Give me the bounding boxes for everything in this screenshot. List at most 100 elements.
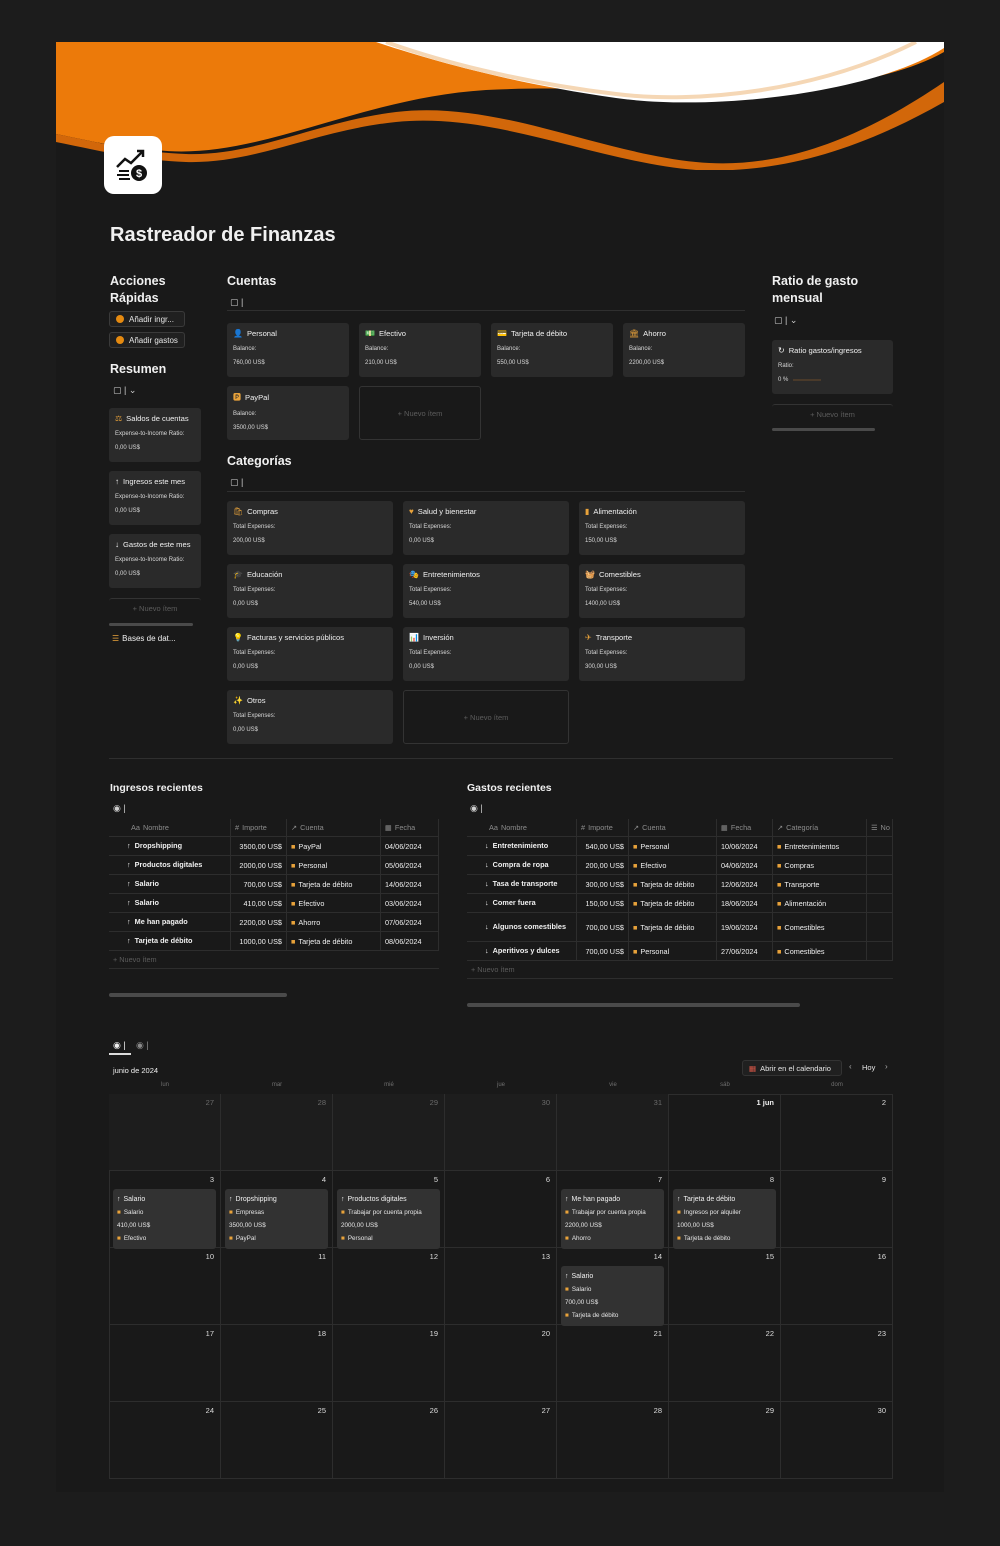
calendar-day[interactable]: 6 bbox=[445, 1171, 557, 1248]
column-header[interactable]: # Importe bbox=[231, 819, 287, 836]
card[interactable]: ▮ Alimentación Total Expenses: 150,00 US$ bbox=[579, 501, 745, 555]
next-month-button[interactable]: › bbox=[885, 1062, 888, 1071]
cell-name[interactable]: ↓ Algunos comestibles bbox=[467, 913, 577, 941]
calendar-day[interactable]: 14 ↑ Salario ■ Salario 700,00 US$ ■ Tarjeta de … bbox=[557, 1248, 669, 1326]
calendar-day[interactable]: 17 bbox=[109, 1325, 221, 1402]
table-row[interactable]: ↑ Productos digitales 2000,00 US$ ■ Personal… bbox=[109, 856, 439, 875]
table-row[interactable]: ↑ Salario 700,00 US$ ■ Tarjeta de débito 14/0… bbox=[109, 875, 439, 894]
column-header[interactable]: ▦ Fecha bbox=[717, 819, 773, 836]
gallery-view-icon[interactable]: ▢ | bbox=[230, 297, 243, 308]
scrollbar[interactable] bbox=[467, 1003, 800, 1007]
gallery-view-icon[interactable]: ▢ | bbox=[230, 477, 243, 488]
table-row[interactable]: ↑ Me han pagado 2200,00 US$ ■ Ahorro 07/06/20… bbox=[109, 913, 439, 932]
calendar-day[interactable]: 15 bbox=[669, 1248, 781, 1325]
column-header[interactable]: # Importe bbox=[577, 819, 629, 836]
today-button[interactable]: Hoy bbox=[862, 1063, 875, 1072]
card[interactable]: 👤 Personal Balance: 760,00 US$ bbox=[227, 323, 349, 377]
cell-name[interactable]: ↓ Tasa de transporte bbox=[467, 875, 577, 893]
calendar-day[interactable]: 29 bbox=[669, 1402, 781, 1479]
cell-name[interactable]: ↓ Aperitivos y dulces bbox=[467, 942, 577, 960]
table-row[interactable]: ↑ Salario 410,00 US$ ■ Efectivo 03/06/2024 bbox=[109, 894, 439, 913]
calendar-day[interactable]: 16 bbox=[781, 1248, 893, 1325]
card[interactable]: 💡 Facturas y servicios públicos Total Expe… bbox=[227, 627, 393, 681]
calendar-day[interactable]: 30 bbox=[781, 1402, 893, 1479]
calendar-day[interactable]: 22 bbox=[669, 1325, 781, 1402]
calendar-day[interactable]: 30 bbox=[445, 1094, 557, 1171]
cell-name[interactable]: ↑ Salario bbox=[109, 875, 231, 893]
add-income-button[interactable]: Añadir ingr... bbox=[109, 311, 185, 327]
calendar-event[interactable]: ↑ Salario ■ Salario 700,00 US$ ■ Tarjeta de dé… bbox=[561, 1266, 664, 1326]
categories-new-item[interactable]: + Nuevo ítem bbox=[403, 690, 569, 744]
scrollbar[interactable] bbox=[109, 623, 193, 626]
cell-name[interactable]: ↓ Comer fuera bbox=[467, 894, 577, 912]
cell-name[interactable]: ↑ Me han pagado bbox=[109, 913, 231, 931]
table-new-item[interactable]: + Nuevo ítem bbox=[467, 961, 893, 979]
calendar-day[interactable]: 31 bbox=[557, 1094, 669, 1171]
calendar-day[interactable]: 5 ↑ Productos digitales ■ Trabajar por cuent… bbox=[333, 1171, 445, 1249]
card[interactable]: 🅿 PayPal Balance: 3500,00 US$ bbox=[227, 386, 349, 440]
calendar-day[interactable]: 24 bbox=[109, 1402, 221, 1479]
ratio-new-item[interactable]: + Nuevo ítem bbox=[772, 404, 893, 424]
table-row[interactable]: ↑ Dropshipping 3500,00 US$ ■ PayPal 04/06/202… bbox=[109, 837, 439, 856]
calendar-day[interactable]: 26 bbox=[333, 1402, 445, 1479]
gallery-view-icon[interactable]: ▢ | ⌄ bbox=[113, 385, 136, 396]
card[interactable]: 🏛 Ahorro Balance: 2200,00 US$ bbox=[623, 323, 745, 377]
calendar-day[interactable]: 7 ↑ Me han pagado ■ Trabajar por cuenta prop… bbox=[557, 1171, 669, 1249]
card[interactable]: 💳 Tarjeta de débito Balance: 550,00 US$ bbox=[491, 323, 613, 377]
table-row[interactable]: ↓ Comer fuera 150,00 US$ ■ Tarjeta de débito… bbox=[467, 894, 893, 913]
ratio-card[interactable]: ↻ Ratio gastos/ingresos Ratio: 0 % bbox=[772, 340, 893, 394]
list-view-icon[interactable]: ◉ | bbox=[470, 803, 483, 814]
summary-card[interactable]: ↓ Gastos de este mes Expense-to-Income Ra… bbox=[109, 534, 201, 588]
summary-new-item[interactable]: + Nuevo ítem bbox=[109, 598, 201, 618]
column-header[interactable]: ▦ Fecha bbox=[381, 819, 439, 836]
calendar-day[interactable]: 28 bbox=[557, 1402, 669, 1479]
cell-name[interactable]: ↑ Salario bbox=[109, 894, 231, 912]
calendar-event[interactable]: ↑ Me han pagado ■ Trabajar por cuenta propi… bbox=[561, 1189, 664, 1249]
column-header[interactable]: ↗ Cuenta bbox=[287, 819, 381, 836]
column-header[interactable]: Aa Nombre bbox=[467, 819, 577, 836]
accounts-new-item[interactable]: + Nuevo ítem bbox=[359, 386, 481, 440]
calendar-day[interactable]: 29 bbox=[333, 1094, 445, 1171]
tab-income-calendar[interactable]: ◉ | bbox=[113, 1040, 126, 1051]
calendar-day[interactable]: 27 bbox=[445, 1402, 557, 1479]
calendar-day[interactable]: 4 ↑ Dropshipping ■ Empresas 3500,00 US$ ■ PayPa… bbox=[221, 1171, 333, 1249]
card[interactable]: ✈ Transporte Total Expenses: 300,00 US$ bbox=[579, 627, 745, 681]
cell-name[interactable]: ↑ Dropshipping bbox=[109, 837, 231, 855]
calendar-event[interactable]: ↑ Tarjeta de débito ■ Ingresos por alquiler… bbox=[673, 1189, 776, 1249]
calendar-day[interactable]: 13 bbox=[445, 1248, 557, 1325]
table-row[interactable]: ↑ Tarjeta de débito 1000,00 US$ ■ Tarjeta de… bbox=[109, 932, 439, 951]
calendar-day[interactable]: 8 ↑ Tarjeta de débito ■ Ingresos por alquile… bbox=[669, 1171, 781, 1249]
calendar-day[interactable]: 11 bbox=[221, 1248, 333, 1325]
calendar-day[interactable]: 3 ↑ Salario ■ Salario 410,00 US$ ■ Efectivo bbox=[109, 1171, 221, 1249]
calendar-day[interactable]: 19 bbox=[333, 1325, 445, 1402]
card[interactable]: ♥ Salud y bienestar Total Expenses: 0,00 US… bbox=[403, 501, 569, 555]
calendar-day[interactable]: 20 bbox=[445, 1325, 557, 1402]
card[interactable]: 💵 Efectivo Balance: 210,00 US$ bbox=[359, 323, 481, 377]
card[interactable]: 📊 Inversión Total Expenses: 0,00 US$ bbox=[403, 627, 569, 681]
calendar-day[interactable]: 27 bbox=[109, 1094, 221, 1171]
list-view-icon[interactable]: ◉ | bbox=[113, 803, 126, 814]
summary-card[interactable]: ⚖ Saldos de cuentas Expense-to-Income Rat… bbox=[109, 408, 201, 462]
calendar-day[interactable]: 10 bbox=[109, 1248, 221, 1325]
cell-name[interactable]: ↓ Entretenimiento bbox=[467, 837, 577, 855]
calendar-event[interactable]: ↑ Dropshipping ■ Empresas 3500,00 US$ ■ PayPal bbox=[225, 1189, 328, 1249]
cell-name[interactable]: ↓ Compra de ropa bbox=[467, 856, 577, 874]
calendar-day[interactable]: 18 bbox=[221, 1325, 333, 1402]
card[interactable]: 🧺 Comestibles Total Expenses: 1400,00 US$ bbox=[579, 564, 745, 618]
column-header[interactable]: Aa Nombre bbox=[109, 819, 231, 836]
calendar-day[interactable]: 21 bbox=[557, 1325, 669, 1402]
calendar-event[interactable]: ↑ Productos digitales ■ Trabajar por cuenta… bbox=[337, 1189, 440, 1249]
column-header[interactable]: ↗ Cuenta bbox=[629, 819, 717, 836]
calendar-day[interactable]: 12 bbox=[333, 1248, 445, 1325]
calendar-day[interactable]: 1 jun bbox=[669, 1094, 781, 1171]
add-expense-button[interactable]: Añadir gastos bbox=[109, 332, 185, 348]
calendar-event[interactable]: ↑ Salario ■ Salario 410,00 US$ ■ Efectivo bbox=[113, 1189, 216, 1249]
calendar-day[interactable]: 9 bbox=[781, 1171, 893, 1248]
card[interactable]: 🎭 Entretenimientos Total Expenses: 540,00 U… bbox=[403, 564, 569, 618]
calendar-day[interactable]: 2 bbox=[781, 1094, 893, 1171]
databases-link[interactable]: ☰ Bases de dat... bbox=[112, 630, 176, 647]
calendar-day[interactable]: 25 bbox=[221, 1402, 333, 1479]
table-row[interactable]: ↓ Tasa de transporte 300,00 US$ ■ Tarjeta de… bbox=[467, 875, 893, 894]
scrollbar[interactable] bbox=[772, 428, 875, 431]
card[interactable]: ✨ Otros Total Expenses: 0,00 US$ bbox=[227, 690, 393, 744]
